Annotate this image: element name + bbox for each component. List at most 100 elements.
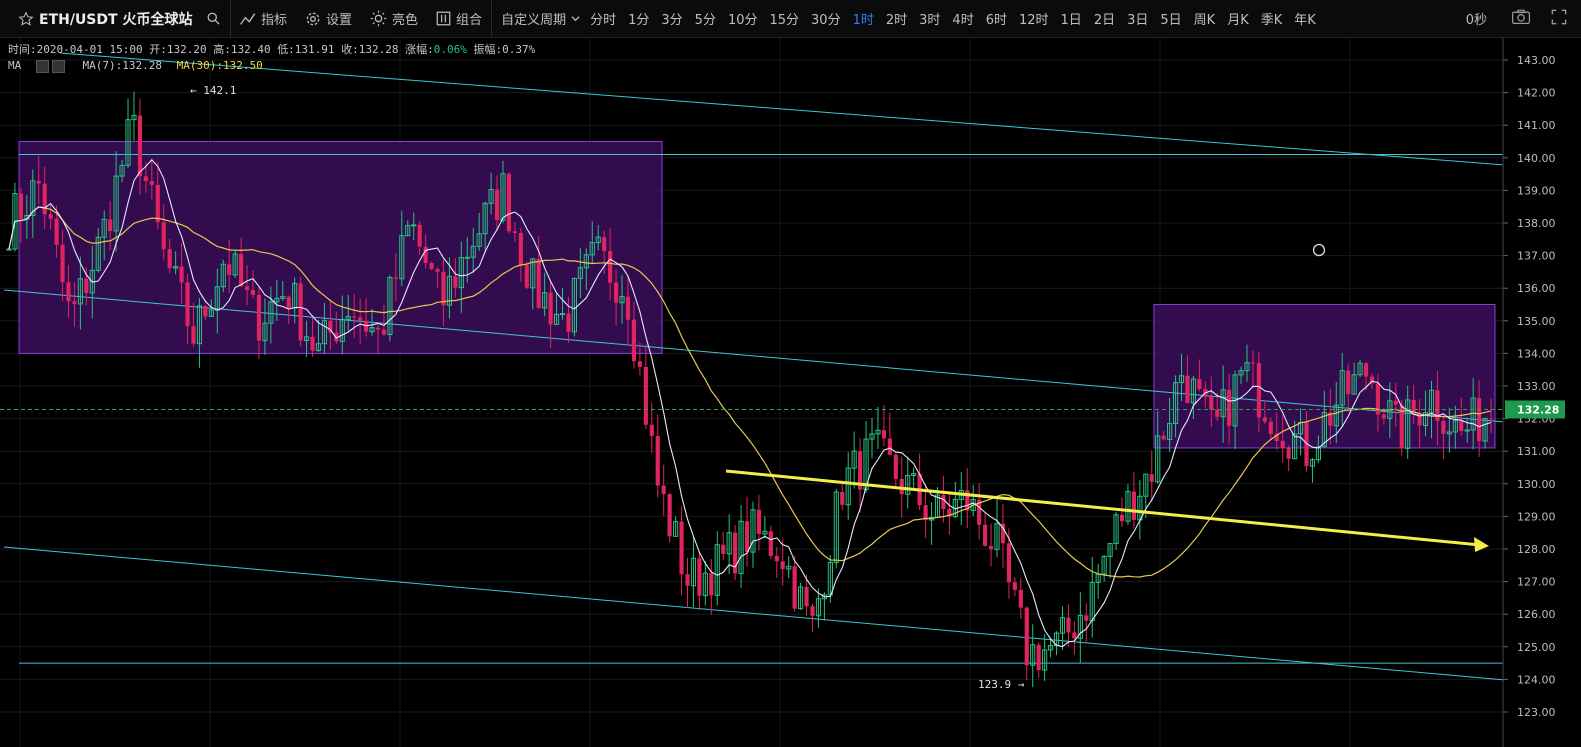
period-tab[interactable]: 5分 bbox=[689, 0, 722, 37]
candle-body bbox=[1393, 400, 1398, 405]
candle-body bbox=[423, 246, 428, 264]
price-tick-label: 131.00 bbox=[1517, 445, 1556, 458]
fullscreen-icon[interactable] bbox=[1541, 9, 1581, 29]
candle-body bbox=[792, 566, 797, 609]
period-tab[interactable]: 分时 bbox=[584, 0, 622, 37]
star-icon[interactable] bbox=[18, 10, 34, 27]
ma30-value: MA(30):132.50 bbox=[176, 59, 263, 72]
ma-legend: MA MA(7):132.28 MA(30):132.50 bbox=[8, 59, 263, 73]
candlestick-chart[interactable]: 143.00 142.00 141.00 140.00 139.00 138.00 137.… bbox=[0, 38, 1581, 747]
crosshair-cursor bbox=[1312, 243, 1326, 257]
candle-body bbox=[1012, 582, 1017, 590]
candle-body bbox=[1119, 514, 1125, 522]
candle-body bbox=[1441, 420, 1446, 434]
price-tick-label: 134.00 bbox=[1517, 347, 1556, 360]
sun-icon bbox=[370, 10, 387, 27]
ohlc-info: 时间:2020-04-01 15:00 开:132.20 高:132.40 低:… bbox=[8, 41, 535, 57]
candle-body bbox=[417, 224, 422, 247]
candle-body bbox=[411, 224, 417, 227]
candle-body bbox=[1381, 414, 1386, 419]
period-tab[interactable]: 1日 bbox=[1055, 0, 1088, 37]
symbol-selector[interactable]: ETH/USDT 火币全球站 bbox=[0, 0, 230, 37]
period-tab[interactable]: 30分 bbox=[805, 0, 847, 37]
period-tab[interactable]: 周K bbox=[1188, 0, 1222, 37]
period-tab[interactable]: 15分 bbox=[763, 0, 805, 37]
candle-body bbox=[48, 214, 53, 219]
countdown-timer: 0秒 bbox=[1465, 13, 1487, 28]
ma-close-icon[interactable] bbox=[51, 59, 65, 73]
low-price-label: 123.9 → bbox=[978, 678, 1025, 691]
period-tab[interactable]: 3日 bbox=[1121, 0, 1154, 37]
period-tab[interactable]: 3时 bbox=[913, 0, 946, 37]
custom-period-dropdown[interactable]: 自定义周期 bbox=[492, 0, 584, 37]
price-tick-label: 124.00 bbox=[1517, 673, 1556, 686]
combo-button[interactable]: 组合 bbox=[427, 0, 491, 37]
candle-body bbox=[1209, 396, 1214, 410]
candle-body bbox=[637, 361, 642, 367]
period-tab[interactable]: 6时 bbox=[980, 0, 1013, 37]
info-change-label: 涨幅: bbox=[405, 43, 434, 56]
period-tab[interactable]: 季K bbox=[1255, 0, 1289, 37]
period-tab[interactable]: 2时 bbox=[880, 0, 913, 37]
candle-body bbox=[84, 278, 89, 294]
candle-body bbox=[643, 366, 648, 425]
channel-bottom-line bbox=[3, 546, 1506, 681]
period-tab[interactable]: 年K bbox=[1288, 0, 1322, 37]
candle-body bbox=[1346, 370, 1351, 395]
candle-body bbox=[613, 282, 619, 303]
candle-body bbox=[60, 244, 65, 283]
price-tick-label: 138.00 bbox=[1517, 217, 1556, 230]
info-open: 开:132.20 bbox=[149, 43, 207, 56]
candle-body bbox=[72, 301, 77, 304]
candle-body bbox=[679, 521, 684, 575]
period-tab[interactable]: 1分 bbox=[622, 0, 655, 37]
price-tick-label: 123.00 bbox=[1517, 706, 1556, 719]
price-tick-label: 137.00 bbox=[1517, 250, 1556, 263]
period-tab[interactable]: 3分 bbox=[655, 0, 688, 37]
candle-body bbox=[899, 478, 904, 495]
candle-body bbox=[887, 438, 892, 455]
candle-body bbox=[941, 495, 946, 510]
candle-body bbox=[42, 183, 47, 215]
candle-body bbox=[1215, 409, 1220, 417]
period-tab[interactable]: 月K bbox=[1221, 0, 1255, 37]
ma-settings-icon[interactable] bbox=[35, 59, 49, 73]
candle-body bbox=[381, 329, 387, 335]
info-high: 高:132.40 bbox=[213, 43, 271, 56]
candle-body bbox=[602, 237, 607, 252]
current-price-tag: 132.28 bbox=[1505, 400, 1565, 419]
info-close: 收:132.28 bbox=[341, 43, 399, 56]
period-tab[interactable]: 2日 bbox=[1088, 0, 1121, 37]
candle-body bbox=[697, 558, 702, 596]
period-tabs: 分时 1分 3分 5分 10分 15分 30分 1时 2时 3时 4时 6时 12时 1日 2日 3日 5日 周K… bbox=[584, 0, 1322, 37]
candle-body bbox=[893, 454, 898, 479]
period-tab[interactable]: 12时 bbox=[1013, 0, 1055, 37]
candle-body bbox=[548, 292, 553, 325]
info-amplitude: 振幅:0.37% bbox=[473, 43, 536, 56]
candle-body bbox=[298, 283, 303, 341]
candle-body bbox=[881, 430, 887, 439]
candle-body bbox=[1161, 435, 1166, 440]
candle-body bbox=[780, 561, 785, 570]
indicator-button[interactable]: 指标 bbox=[231, 0, 296, 37]
candle-body bbox=[1072, 632, 1077, 639]
period-tab[interactable]: 5日 bbox=[1154, 0, 1187, 37]
candle-body bbox=[566, 313, 571, 332]
candle-body bbox=[161, 222, 166, 250]
candle-body bbox=[631, 319, 637, 362]
ma-label: MA bbox=[8, 59, 22, 72]
camera-icon[interactable] bbox=[1501, 9, 1541, 29]
candle-body bbox=[512, 231, 517, 233]
period-tab[interactable]: 10分 bbox=[722, 0, 764, 37]
price-tick-label: 143.00 bbox=[1517, 54, 1556, 67]
candle-body bbox=[983, 524, 988, 546]
theme-toggle[interactable]: 亮色 bbox=[361, 0, 427, 37]
trend-arrow bbox=[725, 469, 1489, 552]
price-tick-label: 136.00 bbox=[1517, 282, 1556, 295]
period-tab[interactable]: 4时 bbox=[946, 0, 979, 37]
search-icon[interactable] bbox=[206, 11, 221, 26]
settings-button[interactable]: 设置 bbox=[296, 0, 361, 37]
period-tab[interactable]: 1时 bbox=[847, 0, 880, 37]
price-tick-label: 139.00 bbox=[1517, 184, 1556, 197]
combo-label: 组合 bbox=[456, 13, 483, 28]
